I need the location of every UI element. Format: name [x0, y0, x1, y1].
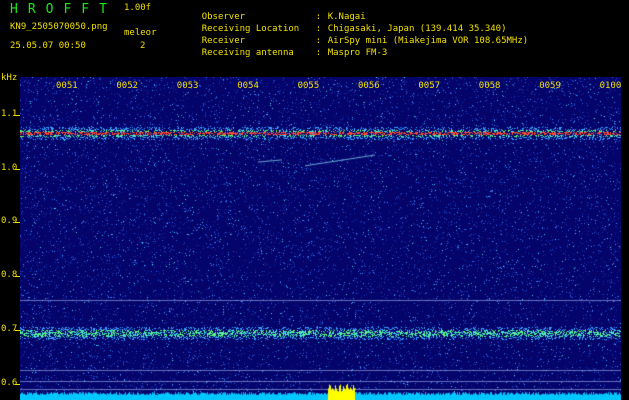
y-axis-unit: kHz: [1, 73, 18, 83]
waterfall-spectrogram: [20, 77, 621, 400]
x-tick-label: 0057: [418, 81, 441, 91]
mode-label: meleor: [124, 28, 157, 38]
y-tick-mark: [15, 276, 20, 278]
y-tick-mark: [15, 330, 20, 332]
x-tick-label: 0055: [297, 81, 320, 91]
x-tick-label: 0059: [539, 81, 561, 91]
version-label: 1.00f: [124, 3, 152, 13]
datetime-label: 25.05.07 00:50: [10, 41, 86, 51]
app-title: HROFFT: [10, 2, 117, 17]
spectrogram-canvas: [20, 77, 621, 400]
filename-label: KN9_2505070050.png: [10, 22, 108, 32]
x-tick-label: 0056: [358, 81, 380, 91]
y-tick-mark: [15, 383, 20, 385]
info-row-antenna: Receiving antenna: Maspro FM-3: [180, 40, 388, 67]
info-key: Receiving antenna: [201, 48, 294, 58]
x-tick-label: 0051: [56, 81, 78, 91]
x-tick-label: 0100: [599, 81, 622, 91]
info-value: Maspro FM-3: [327, 48, 388, 58]
y-tick-mark: [15, 168, 20, 170]
x-tick-label: 0054: [237, 81, 259, 91]
x-tick-label: 0053: [176, 81, 199, 91]
x-tick-label: 0052: [116, 81, 139, 91]
header-panel: HROFFT 1.00f KN9_2505070050.png meleor 2…: [0, 0, 629, 78]
mode-value: 2: [140, 41, 146, 51]
y-tick-mark: [15, 222, 20, 224]
info-sep: :: [315, 48, 322, 58]
x-tick-label: 0058: [478, 81, 501, 91]
y-tick-mark: [15, 114, 20, 116]
